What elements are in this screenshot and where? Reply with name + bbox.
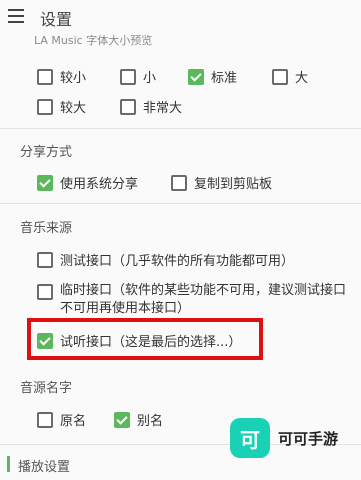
checkbox-icon: [37, 98, 53, 115]
checkbox-icon: [272, 68, 288, 85]
option-label: 测试接口（几乎软件的所有功能都可用）: [60, 254, 295, 269]
music-source-option-test[interactable]: 测试接口（几乎软件的所有功能都可用）: [37, 250, 294, 269]
watermark: 可 可可手游: [230, 418, 338, 458]
source-name-option-alias[interactable]: 别名: [114, 410, 163, 429]
font-size-option-smaller[interactable]: 较小: [37, 67, 86, 86]
highlight-box: [27, 318, 263, 360]
checkbox-icon: [37, 284, 53, 300]
option-label: 较小: [60, 71, 87, 86]
share-option-clipboard[interactable]: 复制到剪贴板: [171, 173, 272, 192]
checkbox-checked-icon: [188, 68, 204, 85]
watermark-logo: 可: [230, 418, 270, 458]
option-label: 大: [295, 71, 309, 86]
font-preview-text: LA Music 字体大小预览: [34, 34, 153, 47]
font-size-option-larger[interactable]: 较大: [37, 97, 86, 116]
page-title: 设置: [40, 10, 73, 29]
option-label: 较大: [60, 101, 87, 116]
font-size-option-large[interactable]: 大: [272, 67, 308, 86]
font-size-option-very-large[interactable]: 非常大: [120, 97, 182, 116]
option-label: 非常大: [143, 101, 183, 116]
playback-section-title: 播放设置: [18, 460, 71, 475]
checkbox-icon: [171, 174, 187, 191]
checkbox-icon: [37, 251, 53, 268]
music-source-option-temp[interactable]: 临时接口（软件的某些功能不可用，建议测试接口不可用再使用本接口）: [37, 282, 350, 318]
checkbox-checked-icon: [114, 411, 130, 428]
option-label: 临时接口（软件的某些功能不可用，建议测试接口不可用再使用本接口）: [60, 283, 347, 316]
source-name-section-title: 音源名字: [20, 381, 73, 396]
checkbox-icon: [37, 68, 53, 85]
section-accent-bar: [7, 456, 10, 472]
checkbox-icon: [37, 411, 53, 428]
option-label: 小: [143, 71, 157, 86]
music-source-section-title: 音乐来源: [20, 221, 73, 236]
checkbox-icon: [120, 68, 136, 85]
font-size-option-standard[interactable]: 标准: [188, 67, 237, 86]
option-label: 原名: [60, 414, 87, 429]
top-bar: 设置: [0, 0, 361, 34]
share-section-title: 分享方式: [20, 145, 73, 160]
checkbox-icon: [120, 98, 136, 115]
share-option-system[interactable]: 使用系统分享: [37, 173, 138, 192]
divider: [0, 203, 361, 204]
option-label: 标准: [211, 71, 238, 86]
source-name-option-original[interactable]: 原名: [37, 410, 86, 429]
divider: [0, 128, 361, 129]
font-size-option-small[interactable]: 小: [120, 67, 156, 86]
option-label: 复制到剪贴板: [194, 177, 273, 192]
checkbox-checked-icon: [37, 174, 53, 191]
option-label: 使用系统分享: [60, 177, 139, 192]
menu-icon[interactable]: [8, 9, 24, 23]
option-label: 别名: [137, 414, 164, 429]
watermark-text: 可可手游: [278, 429, 339, 448]
